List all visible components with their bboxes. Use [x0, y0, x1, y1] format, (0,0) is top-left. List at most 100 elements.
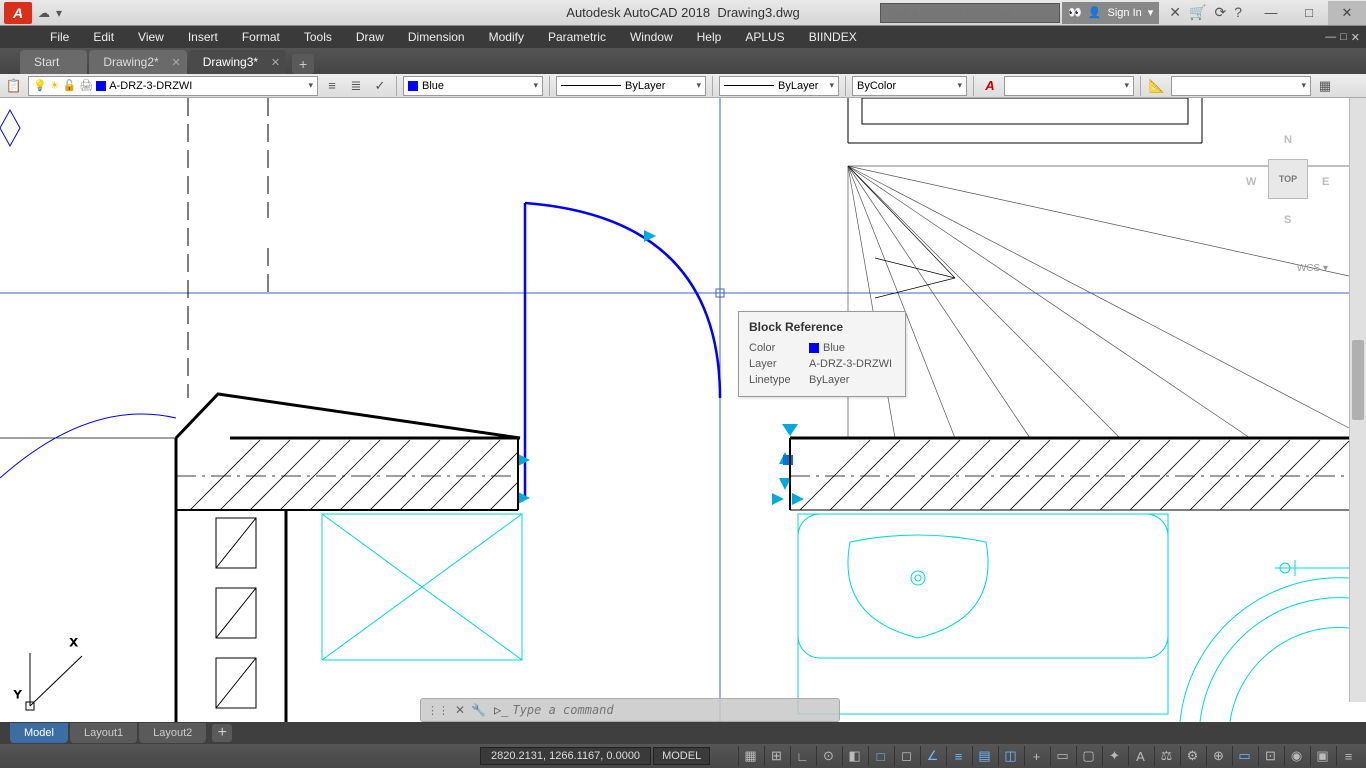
tab-close-icon[interactable]: ✕ — [171, 56, 180, 69]
snap-toggle-icon[interactable]: ⊞ — [764, 746, 788, 766]
help-icon[interactable]: ? — [1234, 4, 1242, 21]
chevron-down-icon[interactable]: ▾ — [1124, 80, 1129, 91]
model-space-button[interactable]: MODEL — [653, 747, 710, 765]
customize-icon[interactable]: ≡ — [1336, 746, 1360, 766]
command-input[interactable] — [512, 703, 772, 717]
menu-tools[interactable]: Tools — [304, 30, 332, 44]
mdi-close-icon[interactable]: ✕ — [1351, 31, 1360, 44]
cmd-close-icon[interactable]: ✕ — [455, 703, 465, 717]
properties-toolbar: 📋 💡 ☀ 🔓 🖨 A-DRZ-3-DRZWI ▾ ≡ ≣ ✓ Blue ▾ B… — [0, 74, 1366, 98]
doctab-drawing2[interactable]: Drawing2*✕ — [89, 50, 186, 74]
tablestyle-icon[interactable]: ▦ — [1315, 76, 1335, 96]
lineweight-dropdown[interactable]: ByLayer ▾ — [719, 76, 839, 96]
selection-filter-icon[interactable]: ▢ — [1076, 746, 1100, 766]
menu-draw[interactable]: Draw — [356, 30, 384, 44]
qat-dropdown-icon[interactable]: ▾ — [56, 6, 62, 20]
layer-dropdown[interactable]: 💡 ☀ 🔓 🖨 A-DRZ-3-DRZWI ▾ — [28, 76, 318, 96]
layer-make-current-icon[interactable]: ✓ — [370, 76, 390, 96]
chevron-down-icon[interactable]: ▾ — [957, 80, 962, 91]
units-icon[interactable]: ▭ — [1232, 746, 1256, 766]
menu-insert[interactable]: Insert — [188, 30, 218, 44]
layer-name: A-DRZ-3-DRZWI — [109, 80, 192, 92]
workspace-icon[interactable]: ⚙ — [1180, 746, 1204, 766]
dimstyle-dropdown[interactable]: ▾ — [1171, 76, 1311, 96]
gizmo-icon[interactable]: ✦ — [1102, 746, 1126, 766]
polar-toggle-icon[interactable]: ⊙ — [816, 746, 840, 766]
scrollbar-thumb[interactable] — [1352, 340, 1364, 420]
menu-help[interactable]: Help — [697, 30, 722, 44]
menu-dimension[interactable]: Dimension — [408, 30, 465, 44]
menu-view[interactable]: View — [138, 30, 164, 44]
minimize-button[interactable]: — — [1252, 1, 1290, 25]
layer-on-icon: 💡 — [33, 79, 47, 92]
layout-tab-layout2[interactable]: Layout2 — [139, 723, 206, 743]
add-layout-button[interactable]: + — [212, 724, 232, 742]
drawing-canvas[interactable]: X Y N W E S TOP WCS ▾ Block Reference Co… — [0, 98, 1366, 722]
annotation-monitor-icon[interactable]: ⊕ — [1206, 746, 1230, 766]
lineweight-icon[interactable]: ≡ — [946, 746, 970, 766]
mdi-restore-icon[interactable]: □ — [1340, 31, 1347, 44]
app-logo-icon[interactable]: A — [4, 2, 32, 24]
chevron-down-icon[interactable]: ▾ — [696, 80, 701, 91]
chevron-down-icon[interactable]: ▾ — [1301, 80, 1306, 91]
textstyle-dropdown[interactable]: ▾ — [1004, 76, 1134, 96]
3dosnap-icon[interactable]: ◻ — [894, 746, 918, 766]
command-line[interactable]: ⋮⋮ ✕ 🔧 ▷_ — [420, 698, 840, 722]
layer-unisolate-icon[interactable]: ≣ — [346, 76, 366, 96]
linetype-dropdown[interactable]: ByLayer ▾ — [556, 76, 706, 96]
cloud-sync-icon[interactable]: ⟳ — [1214, 4, 1226, 21]
color-dropdown[interactable]: Blue ▾ — [403, 76, 543, 96]
cmd-settings-icon[interactable]: 🔧 — [471, 703, 486, 717]
menu-format[interactable]: Format — [242, 30, 280, 44]
layout-tab-model[interactable]: Model — [10, 723, 68, 743]
cart-icon[interactable]: 🛒 — [1189, 4, 1206, 21]
chevron-down-icon[interactable]: ▾ — [1148, 6, 1154, 19]
osnap-toggle-icon[interactable]: □ — [868, 746, 892, 766]
vertical-scrollbar[interactable] — [1349, 98, 1366, 702]
layout-tab-layout1[interactable]: Layout1 — [70, 723, 137, 743]
plotstyle-dropdown[interactable]: ByColor ▾ — [852, 76, 967, 96]
status-bar: 2820.2131, 1266.1167, 0.0000 MODEL ▦ ⊞ ∟… — [0, 744, 1366, 768]
transparency-icon[interactable]: ▤ — [972, 746, 996, 766]
close-button[interactable]: ✕ — [1328, 1, 1366, 25]
quickprops-icon[interactable]: ▭ — [1050, 746, 1074, 766]
signin-block[interactable]: 👀 👤 Sign In ▾ — [1062, 2, 1159, 24]
menu-modify[interactable]: Modify — [489, 30, 524, 44]
layer-properties-icon[interactable]: 📋 — [4, 76, 24, 96]
chevron-down-icon[interactable]: ▾ — [308, 80, 313, 91]
clean-screen-icon[interactable]: ▣ — [1310, 746, 1334, 766]
menu-parametric[interactable]: Parametric — [548, 30, 606, 44]
isoplane-icon[interactable]: ◧ — [842, 746, 866, 766]
doctab-drawing3[interactable]: Drawing3*✕ — [189, 50, 286, 74]
user-icon: 👤 — [1088, 6, 1102, 19]
grid-toggle-icon[interactable]: ▦ — [738, 746, 762, 766]
chevron-down-icon[interactable]: ▾ — [829, 80, 834, 91]
drag-handle-icon[interactable]: ⋮⋮ — [427, 704, 449, 717]
isolate-objects-icon[interactable]: ◉ — [1284, 746, 1308, 766]
otrack-icon[interactable]: ∠ — [920, 746, 944, 766]
menu-aplus[interactable]: APLUS — [745, 30, 784, 44]
qat-cloud-icon[interactable]: ☁ — [38, 6, 50, 20]
annotation-scale-icon[interactable]: A — [1128, 746, 1152, 766]
layer-isolate-icon[interactable]: ≡ — [322, 76, 342, 96]
ortho-toggle-icon[interactable]: ∟ — [790, 746, 814, 766]
coordinates-display[interactable]: 2820.2131, 1266.1167, 0.0000 — [480, 747, 651, 765]
textstyle-icon[interactable]: A — [980, 76, 1000, 96]
selection-cycling-icon[interactable]: ◫ — [998, 746, 1022, 766]
hardware-accel-icon[interactable]: ⊡ — [1258, 746, 1282, 766]
menu-window[interactable]: Window — [630, 30, 673, 44]
annotation-visibility-icon[interactable]: ⚖ — [1154, 746, 1178, 766]
mdi-minimize-icon[interactable]: — — [1325, 31, 1336, 44]
dynamic-input-icon[interactable]: + — [1024, 746, 1048, 766]
tab-close-icon[interactable]: ✕ — [271, 56, 280, 69]
dimstyle-icon[interactable]: 📐 — [1147, 76, 1167, 96]
chevron-down-icon[interactable]: ▾ — [533, 80, 538, 91]
maximize-button[interactable]: □ — [1290, 1, 1328, 25]
exchange-icon[interactable]: ✕ — [1169, 4, 1181, 21]
menu-edit[interactable]: Edit — [93, 30, 114, 44]
add-tab-button[interactable]: + — [292, 54, 314, 74]
search-input[interactable] — [880, 3, 1060, 23]
menu-file[interactable]: File — [50, 30, 69, 44]
doctab-start[interactable]: Start — [20, 50, 87, 74]
menu-biindex[interactable]: BIINDEX — [809, 30, 857, 44]
